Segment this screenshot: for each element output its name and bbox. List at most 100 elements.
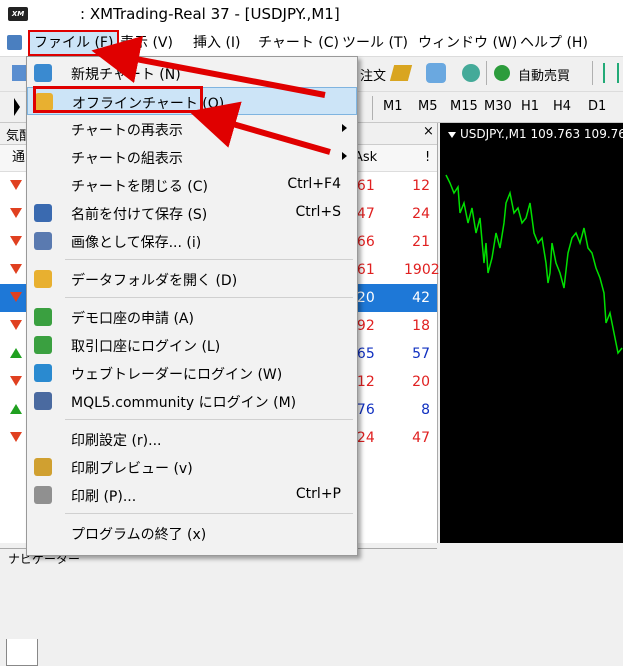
bar-chart-icon[interactable] [603,63,619,83]
file-menu-item-label: 印刷設定 (r)... [71,433,162,449]
file-menu-item-label: プログラムの終了 (x) [71,527,207,543]
title-bar: XM : XMTrading-Real 37 - [USDJPY.,M1] [0,0,623,30]
file-menu-item-label: チャートの組表示 [71,151,183,167]
file-menu-item[interactable]: MQL5.community にログイン (M) [27,387,357,415]
menu-help[interactable]: ヘルプ (H) [520,33,588,53]
file-menu-item-label: 新規チャート (N) [71,67,181,83]
spread-cell: 47 [412,430,430,446]
window-title: : XMTrading-Real 37 - [USDJPY.,M1] [80,5,340,23]
print-icon [34,486,52,504]
arrow-down-icon [10,264,22,274]
spread-cell: 20 [412,374,430,390]
tf-h4[interactable]: H4 [553,99,571,114]
tf-d1[interactable]: D1 [588,99,606,114]
chart-title: USDJPY.,M1 109.763 109.765 [448,127,623,141]
cursor-icon[interactable] [14,98,20,116]
file-menu-shortcut: Ctrl+S [295,204,341,220]
mql5-icon [34,392,52,410]
tf-m5[interactable]: M5 [418,99,438,114]
menu-tools[interactable]: ツール (T) [342,33,408,53]
spread-cell: 12 [412,178,430,194]
arrow-down-icon [10,236,22,246]
file-menu-item[interactable]: 取引口座にログイン (L) [27,331,357,359]
menu-insert[interactable]: 挿入 (I) [193,33,241,53]
tf-m1[interactable]: M1 [383,99,403,114]
tf-m30[interactable]: M30 [484,99,512,114]
file-menu-item-label: 印刷プレビュー (v) [71,461,193,477]
menu-separator [65,419,353,420]
menu-window[interactable]: ウィンドウ (W) [418,33,517,53]
menu-bar: ファイル (F) 表示 (V) 挿入 (I) チャート (C) ツール (T) … [0,30,623,57]
col-spread[interactable]: ! [425,145,430,171]
file-menu-item-label: ウェブトレーダーにログイン (W) [71,367,283,383]
signals-icon[interactable] [462,64,480,82]
market-icon[interactable] [426,63,446,83]
demo-account-icon [34,308,52,326]
chart-window[interactable]: USDJPY.,M1 109.763 109.765 [440,123,623,543]
spread-cell: 21 [412,234,430,250]
file-menu-shortcut: Ctrl+F4 [287,176,341,192]
file-menu-item-label: 取引口座にログイン (L) [71,339,221,355]
app-logo: XM [8,7,28,21]
file-menu-item[interactable]: デモ口座の申請 (A) [27,303,357,331]
file-menu-item-label: 名前を付けて保存 (S) [71,207,208,223]
save-image-icon [34,232,52,250]
tf-m15[interactable]: M15 [450,99,478,114]
menu-view[interactable]: 表示 (V) [120,33,173,53]
login-icon [34,336,52,354]
spread-cell: 1902 [404,262,440,278]
file-menu-item[interactable]: 印刷設定 (r)... [27,425,357,453]
file-menu-item[interactable]: データフォルダを開く (D) [27,265,357,293]
arrow-up-icon [10,348,22,358]
menu-separator [65,297,353,298]
submenu-arrow-icon [342,124,347,132]
file-menu-item[interactable]: 画像として保存... (i) [27,227,357,255]
menu-file[interactable]: ファイル (F) [28,30,120,56]
menu-chart[interactable]: チャート (C) [258,33,339,53]
file-menu-item[interactable]: チャートの組表示 [27,143,357,171]
file-menu-item-label: チャートを閉じる (C) [71,179,209,195]
file-menu-item-label: 画像として保存... (i) [71,235,202,251]
file-menu-item[interactable]: 印刷プレビュー (v) [27,453,357,481]
file-menu-item-label: デモ口座の申請 (A) [71,311,194,327]
history-center-icon[interactable] [389,65,413,81]
new-order-button[interactable]: 注文 [360,65,386,84]
spread-cell: 8 [421,402,430,418]
menu-separator [65,259,353,260]
arrow-down-icon [10,376,22,386]
price-chart [445,174,623,355]
arrow-down-icon [10,432,22,442]
file-menu-item[interactable]: プログラムの終了 (x) [27,519,357,547]
webtrader-icon [34,364,52,382]
file-menu-item-label: 印刷 (P)... [71,489,137,505]
spread-cell: 42 [412,290,430,306]
arrow-down-icon [10,180,22,190]
arrow-down-icon [10,320,22,330]
file-menu-item[interactable]: 新規チャート (N) [27,59,357,87]
print-preview-icon [34,458,52,476]
file-menu-item[interactable]: 名前を付けて保存 (S) Ctrl+S [27,199,357,227]
offline-chart-highlight [33,86,203,113]
file-menu-item-label: データフォルダを開く (D) [71,273,238,289]
file-menu-item[interactable]: チャートを閉じる (C) Ctrl+F4 [27,171,357,199]
tf-h1[interactable]: H1 [521,99,539,114]
arrow-down-icon [10,208,22,218]
autotrade-button[interactable]: 自動売買 [518,65,570,84]
col-symbol[interactable]: 通 [12,145,25,171]
file-menu-item[interactable]: チャートの再表示 [27,115,357,143]
file-menu-item-label: MQL5.community にログイン (M) [71,395,297,411]
file-menu-item[interactable]: 印刷 (P)... Ctrl+P [27,481,357,509]
submenu-arrow-icon [342,152,347,160]
file-menu-item[interactable]: ウェブトレーダーにログイン (W) [27,359,357,387]
chart-title-text: USDJPY.,M1 109.763 109.765 [460,127,623,141]
new-chart-icon [34,64,52,82]
file-menu-item-label: チャートの再表示 [71,123,183,139]
arrow-down-icon [10,292,22,302]
menu-separator [65,513,353,514]
autotrade-icon [494,65,510,81]
system-menu-icon[interactable] [7,35,22,50]
market-watch-tab[interactable] [6,639,38,666]
arrow-up-icon [10,404,22,414]
folder-icon [34,270,52,288]
close-icon[interactable]: × [423,124,434,139]
